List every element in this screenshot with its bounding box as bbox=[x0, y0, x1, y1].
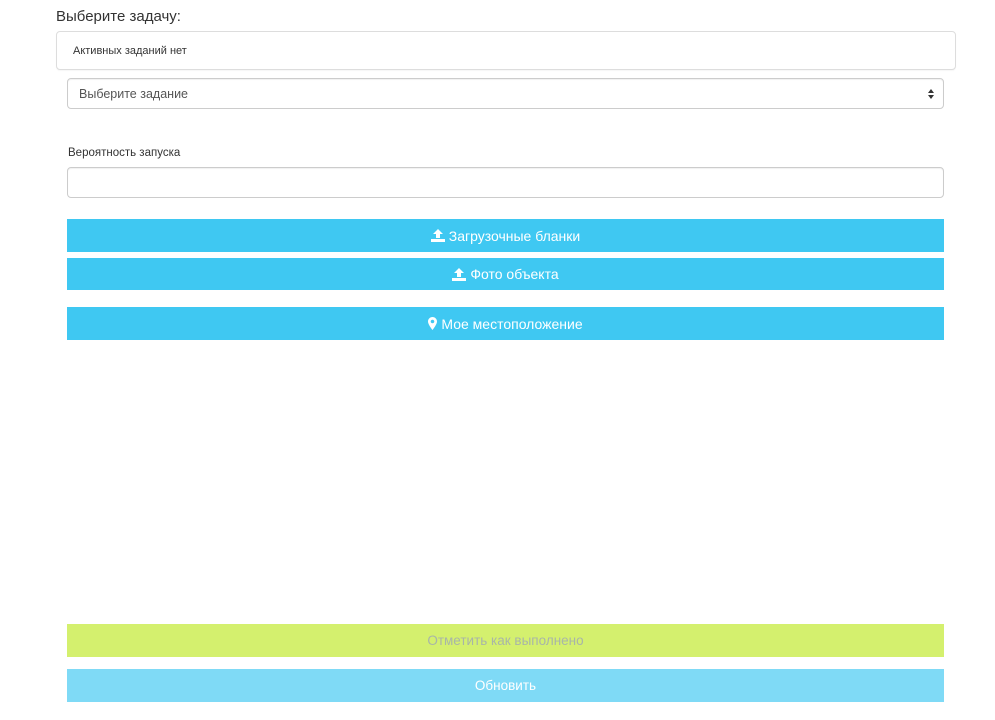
task-select-value: Выберите задание bbox=[79, 87, 189, 101]
task-heading: Выберите задачу: bbox=[56, 8, 181, 25]
active-tasks-panel: Активных заданий нет bbox=[56, 31, 956, 70]
mark-done-button[interactable]: Отметить как выполнено bbox=[67, 624, 944, 657]
upload-icon bbox=[452, 267, 467, 281]
my-location-label: Мое местоположение bbox=[441, 315, 583, 332]
object-photo-button[interactable]: Фото объекта bbox=[67, 258, 944, 290]
select-caret-icon bbox=[928, 89, 934, 99]
launch-probability-label: Вероятность запуска bbox=[68, 147, 181, 159]
upload-icon bbox=[430, 229, 445, 242]
mark-done-label: Отметить как выполнено bbox=[427, 633, 584, 648]
object-photo-label: Фото объекта bbox=[470, 266, 559, 282]
active-tasks-message: Активных заданий нет bbox=[73, 45, 187, 57]
refresh-button[interactable]: Обновить bbox=[67, 669, 944, 702]
my-location-button[interactable]: Мое местоположение bbox=[67, 307, 944, 340]
upload-forms-label: Загрузочные бланки bbox=[448, 227, 581, 244]
task-select[interactable]: Выберите задание bbox=[67, 78, 944, 109]
page: Выберите задачу: Активных заданий нет Вы… bbox=[0, 0, 995, 720]
launch-probability-input[interactable] bbox=[67, 167, 944, 198]
refresh-label: Обновить bbox=[474, 678, 537, 693]
map-marker-icon bbox=[428, 317, 438, 330]
upload-forms-button[interactable]: Загрузочные бланки bbox=[67, 219, 944, 252]
